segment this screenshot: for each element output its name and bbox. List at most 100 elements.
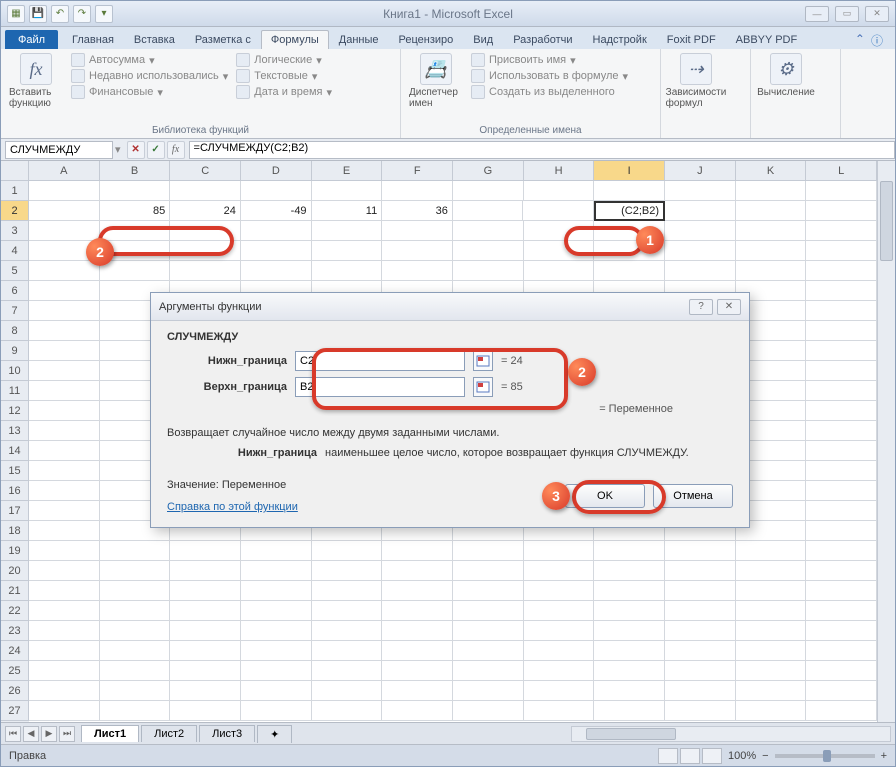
cell-G4[interactable] [453, 241, 524, 261]
cell-A18[interactable] [29, 521, 100, 541]
row-header-15[interactable]: 15 [1, 461, 29, 481]
col-header-G[interactable]: G [453, 161, 524, 181]
col-header-I[interactable]: I [594, 161, 665, 181]
cell-E5[interactable] [312, 261, 383, 281]
row-header-24[interactable]: 24 [1, 641, 29, 661]
cell-B4[interactable] [100, 241, 171, 261]
cell-J25[interactable] [665, 661, 736, 681]
row-header-12[interactable]: 12 [1, 401, 29, 421]
cell-C3[interactable] [170, 221, 241, 241]
tab-foxit[interactable]: Foxit PDF [657, 30, 726, 49]
cell-B2[interactable]: 85 [100, 201, 171, 221]
cell-A21[interactable] [29, 581, 100, 601]
dialog-close-icon[interactable]: ✕ [717, 299, 741, 315]
cell-L23[interactable] [806, 621, 877, 641]
cell-I21[interactable] [594, 581, 665, 601]
cell-J21[interactable] [665, 581, 736, 601]
cell-K23[interactable] [736, 621, 807, 641]
row-header-20[interactable]: 20 [1, 561, 29, 581]
sheet-nav-first-icon[interactable]: ⏮ [5, 726, 21, 742]
hscroll-thumb[interactable] [586, 728, 676, 740]
cell-J26[interactable] [665, 681, 736, 701]
cell-A24[interactable] [29, 641, 100, 661]
cell-B23[interactable] [100, 621, 171, 641]
cell-E3[interactable] [312, 221, 383, 241]
col-header-E[interactable]: E [312, 161, 383, 181]
minimize-icon[interactable]: — [805, 6, 829, 22]
cell-E26[interactable] [312, 681, 383, 701]
cell-J3[interactable] [665, 221, 736, 241]
cell-F27[interactable] [382, 701, 453, 721]
cell-I22[interactable] [594, 601, 665, 621]
cell-D1[interactable] [241, 181, 312, 201]
cell-F19[interactable] [382, 541, 453, 561]
cell-L7[interactable] [806, 301, 877, 321]
row-header-6[interactable]: 6 [1, 281, 29, 301]
cell-A6[interactable] [29, 281, 100, 301]
row-header-23[interactable]: 23 [1, 621, 29, 641]
cell-H5[interactable] [524, 261, 595, 281]
cell-I5[interactable] [594, 261, 665, 281]
cell-A23[interactable] [29, 621, 100, 641]
cell-K2[interactable] [736, 201, 807, 221]
cell-K22[interactable] [736, 601, 807, 621]
vertical-scrollbar[interactable] [877, 161, 895, 722]
cell-F23[interactable] [382, 621, 453, 641]
cell-I27[interactable] [594, 701, 665, 721]
cell-L11[interactable] [806, 381, 877, 401]
cell-A9[interactable] [29, 341, 100, 361]
cell-L16[interactable] [806, 481, 877, 501]
ok-button[interactable]: OK [565, 484, 645, 508]
cell-C23[interactable] [170, 621, 241, 641]
cell-C27[interactable] [170, 701, 241, 721]
cell-H23[interactable] [524, 621, 595, 641]
row-header-3[interactable]: 3 [1, 221, 29, 241]
autosum-button[interactable]: Автосумма ▾ [71, 53, 228, 67]
cell-C4[interactable] [170, 241, 241, 261]
cell-G22[interactable] [453, 601, 524, 621]
redo-icon[interactable]: ↷ [73, 5, 91, 23]
cell-L13[interactable] [806, 421, 877, 441]
cell-K25[interactable] [736, 661, 807, 681]
sheet-tab-3[interactable]: Лист3 [199, 725, 255, 742]
col-header-D[interactable]: D [241, 161, 312, 181]
cell-L5[interactable] [806, 261, 877, 281]
tab-developer[interactable]: Разработчи [503, 30, 582, 49]
cell-L1[interactable] [806, 181, 877, 201]
col-header-B[interactable]: B [100, 161, 171, 181]
cell-A11[interactable] [29, 381, 100, 401]
formula-dependencies-button[interactable]: ⇢Зависимости формул [669, 53, 723, 109]
name-manager-button[interactable]: 📇 Диспетчер имен [409, 53, 463, 109]
cell-L6[interactable] [806, 281, 877, 301]
cell-E1[interactable] [312, 181, 383, 201]
cell-I4[interactable] [594, 241, 665, 261]
cell-F21[interactable] [382, 581, 453, 601]
cell-F3[interactable] [382, 221, 453, 241]
cell-K19[interactable] [736, 541, 807, 561]
cell-F20[interactable] [382, 561, 453, 581]
row-header-25[interactable]: 25 [1, 661, 29, 681]
tab-layout[interactable]: Разметка с [185, 30, 261, 49]
tab-home[interactable]: Главная [62, 30, 124, 49]
formula-input[interactable]: =СЛУЧМЕЖДУ(C2;B2) [189, 141, 895, 159]
cell-A19[interactable] [29, 541, 100, 561]
cancel-formula-button[interactable]: ✕ [127, 141, 145, 159]
row-header-2[interactable]: 2 [1, 201, 29, 221]
cell-D4[interactable] [241, 241, 312, 261]
cell-A1[interactable] [29, 181, 100, 201]
namebox-dropdown-icon[interactable]: ▾ [113, 143, 123, 156]
insert-function-button[interactable]: fx Вставить функцию [9, 53, 63, 109]
row-header-21[interactable]: 21 [1, 581, 29, 601]
cell-D23[interactable] [241, 621, 312, 641]
cell-G21[interactable] [453, 581, 524, 601]
cell-K4[interactable] [736, 241, 807, 261]
cell-A26[interactable] [29, 681, 100, 701]
sheet-nav-prev-icon[interactable]: ◀ [23, 726, 39, 742]
undo-icon[interactable]: ↶ [51, 5, 69, 23]
cell-E21[interactable] [312, 581, 383, 601]
cell-H27[interactable] [524, 701, 595, 721]
cell-K1[interactable] [736, 181, 807, 201]
cell-A17[interactable] [29, 501, 100, 521]
col-header-C[interactable]: C [170, 161, 241, 181]
zoom-level[interactable]: 100% [728, 750, 756, 762]
